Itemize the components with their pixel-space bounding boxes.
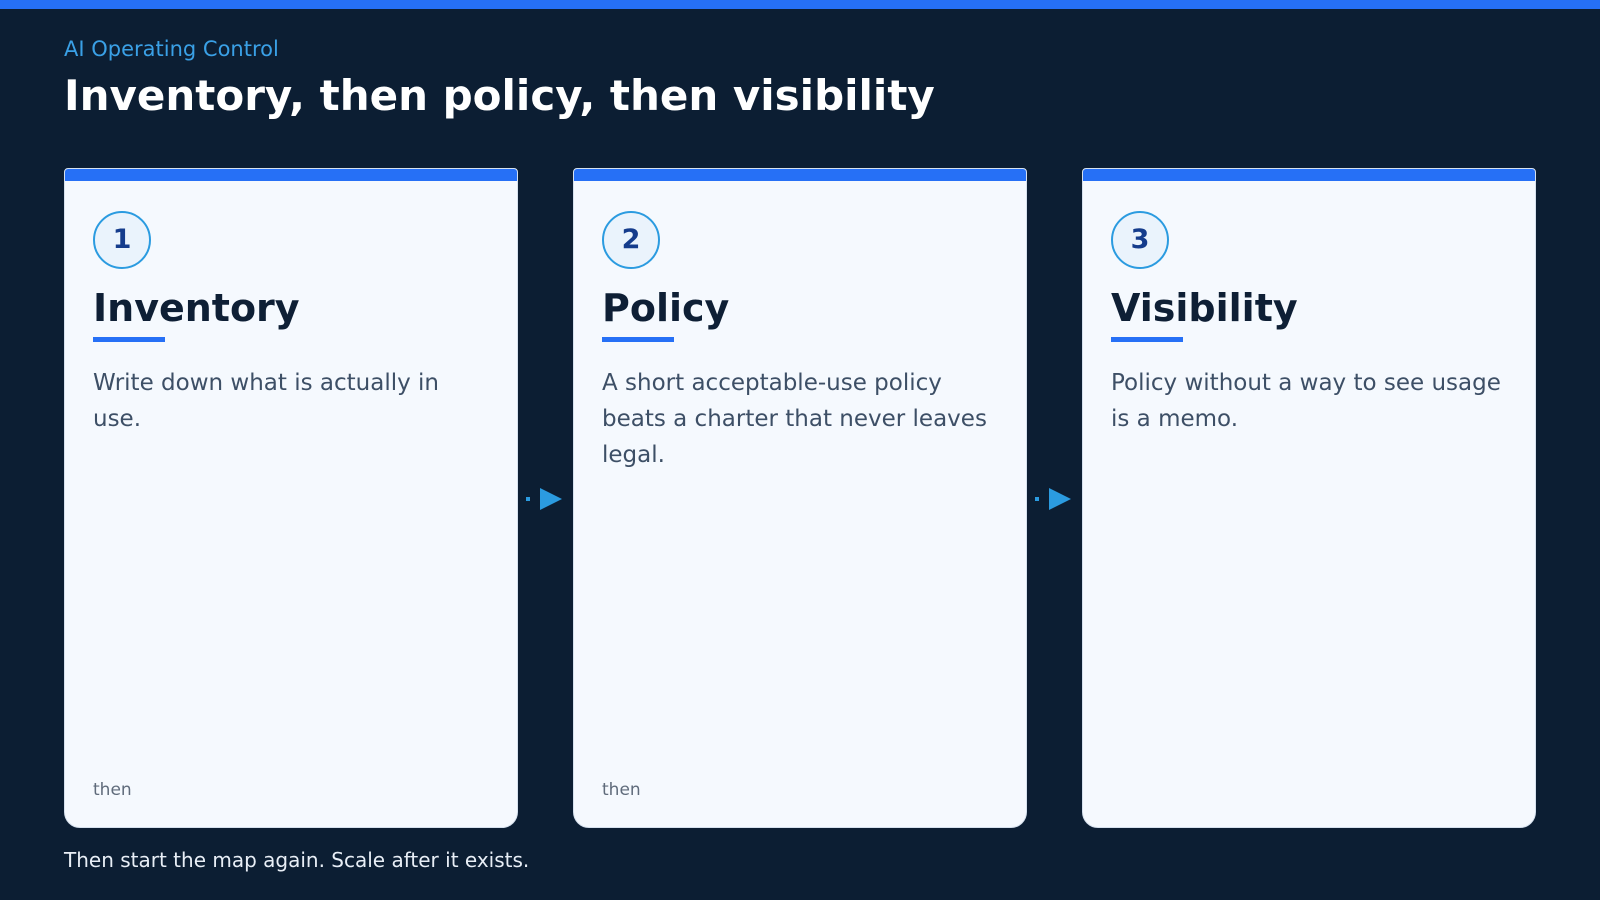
step-description: Policy without a way to see usage is a m… — [1111, 370, 1501, 432]
card-accent-bar — [1083, 169, 1535, 181]
step-card-visibility: 3 Visibility Policy without a way to see… — [1082, 168, 1536, 828]
step-card-policy: 2 Policy A short acceptable-use policy b… — [573, 168, 1027, 828]
arrow-right-icon — [1035, 488, 1071, 510]
step-footer-label: then — [93, 780, 132, 800]
step-title: Inventory — [93, 286, 300, 330]
title-underline — [93, 337, 165, 342]
step-title: Policy — [602, 286, 730, 330]
step-card-inventory: 1 Inventory Write down what is actually … — [64, 168, 518, 828]
top-accent-bar — [0, 0, 1600, 9]
title-underline — [1111, 337, 1183, 342]
slide: AI Operating Control Inventory, then pol… — [0, 0, 1600, 900]
step-number-badge: 3 — [1111, 211, 1169, 269]
eyebrow-label: AI Operating Control — [64, 37, 279, 61]
step-description: Write down what is actually in use. — [93, 370, 439, 432]
step-footer-label: then — [602, 780, 641, 800]
step-description: A short acceptable-use policy beats a ch… — [602, 370, 987, 468]
arrow-right-icon — [526, 488, 562, 510]
step-title: Visibility — [1111, 286, 1298, 330]
footnote: Then start the map again. Scale after it… — [64, 848, 530, 872]
title-underline — [602, 337, 674, 342]
step-number-badge: 2 — [602, 211, 660, 269]
step-number-badge: 1 — [93, 211, 151, 269]
card-accent-bar — [574, 169, 1026, 181]
page-title: Inventory, then policy, then visibility — [64, 71, 935, 120]
card-accent-bar — [65, 169, 517, 181]
